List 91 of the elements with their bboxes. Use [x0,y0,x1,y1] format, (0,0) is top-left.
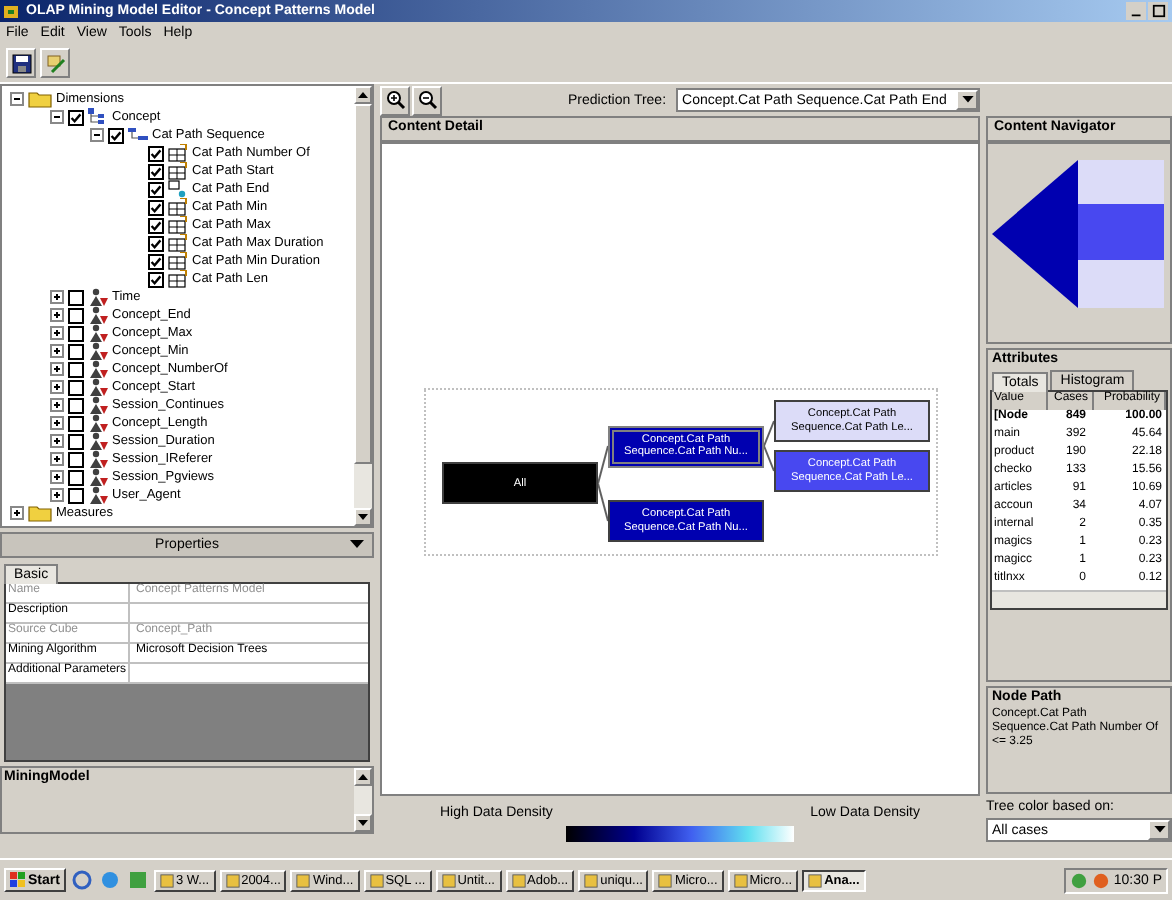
expand-toggle[interactable] [50,416,64,430]
person-icon [88,324,108,342]
quick-launch-icon[interactable] [71,870,92,890]
scroll-down-icon [356,816,370,830]
expand-toggle[interactable] [50,452,64,466]
scroll-up-icon [356,770,370,784]
key-icon [168,180,188,198]
expand-toggle[interactable] [10,92,24,106]
window-icon [511,873,525,887]
person-icon [88,486,108,504]
expand-toggle[interactable] [90,128,104,142]
minimize-button[interactable] [1126,2,1146,20]
scroll-down-icon [356,510,370,524]
checkbox[interactable] [68,325,84,341]
checkbox[interactable] [68,289,84,305]
checkbox[interactable] [108,127,124,143]
expand-toggle[interactable] [10,506,24,520]
table-icon [168,234,188,252]
scrollbar[interactable] [992,590,1166,608]
checkbox[interactable] [148,181,164,197]
expand-toggle[interactable] [50,488,64,502]
app-icon [4,3,20,19]
person-icon [88,288,108,306]
expand-toggle[interactable] [50,398,64,412]
maximize-button[interactable] [1148,2,1168,20]
window-icon [296,873,311,887]
window-icon [584,873,599,887]
person-icon [88,396,108,414]
hierarchy-icon [88,108,108,126]
expand-toggle[interactable] [50,380,64,394]
expand-toggle[interactable] [50,110,64,124]
checkbox[interactable] [68,379,84,395]
person-icon [88,450,108,468]
checkbox[interactable] [68,487,84,503]
level-icon [128,126,148,144]
checkbox[interactable] [148,235,164,251]
checkbox[interactable] [68,307,84,323]
checkbox[interactable] [148,253,164,269]
expand-toggle[interactable] [50,362,64,376]
person-icon [88,306,108,324]
expand-toggle[interactable] [50,326,64,340]
table-icon [168,144,188,162]
checkbox[interactable] [148,163,164,179]
checkbox[interactable] [68,109,84,125]
window-icon [808,873,823,887]
dropdown-arrow-icon [1153,826,1165,834]
window-icon [658,873,673,887]
dropdown-arrow-icon [961,96,974,104]
person-icon [88,414,108,432]
checkbox[interactable] [68,397,84,413]
person-icon [88,342,108,360]
table-icon [168,252,188,270]
checkbox[interactable] [148,199,164,215]
checkbox[interactable] [68,433,84,449]
person-icon [88,360,108,378]
checkbox[interactable] [68,451,84,467]
table-icon [168,162,188,180]
folder-icon [28,90,52,108]
window-icon [369,873,384,887]
person-icon [88,468,108,486]
checkbox[interactable] [68,343,84,359]
maximize-icon [1151,4,1165,18]
person-icon [88,432,108,450]
save-button[interactable] [6,48,36,78]
table-icon [168,216,188,234]
checkbox[interactable] [68,415,84,431]
window-icon [159,873,174,887]
window-icon [441,873,456,887]
checkbox[interactable] [148,217,164,233]
expand-toggle[interactable] [50,344,64,358]
process-button[interactable] [40,48,70,78]
folder-icon [28,504,52,522]
expand-toggle[interactable] [50,434,64,448]
checkbox[interactable] [148,271,164,287]
table-icon [168,198,188,216]
checkbox[interactable] [68,469,84,485]
dropdown-arrow-icon [350,540,364,550]
expand-toggle[interactable] [50,290,64,304]
checkbox[interactable] [148,145,164,161]
expand-toggle[interactable] [50,308,64,322]
window-icon [225,873,240,887]
zoom-out-button[interactable] [412,85,442,115]
scrollbar[interactable] [354,86,372,526]
table-icon [168,270,188,288]
scrollbar[interactable] [354,768,372,832]
zoom-in-button[interactable] [380,85,410,115]
person-icon [88,378,108,396]
expand-toggle[interactable] [50,470,64,484]
windows-logo-icon [10,872,26,888]
window-icon [733,873,748,887]
checkbox[interactable] [68,361,84,377]
